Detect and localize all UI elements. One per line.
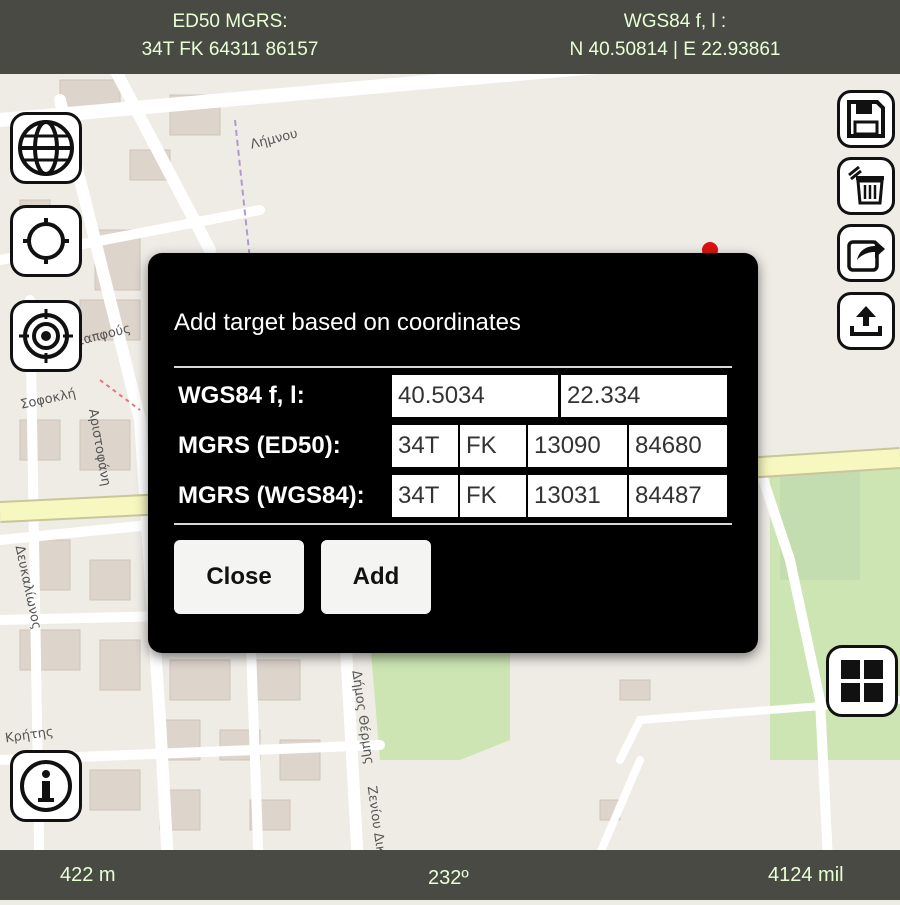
mgrs-ed50-square-field[interactable]: FK [459, 424, 527, 468]
save-icon [847, 100, 885, 138]
dialog-title: Add target based on coordinates [174, 309, 521, 336]
delete-button[interactable] [837, 157, 895, 215]
bottom-measure-bar: 422 m 232º 4124 mil [0, 850, 900, 900]
bearing-mil-readout: 4124 mil [768, 864, 844, 886]
mgrs-wgs84-zone-field[interactable]: 34T [391, 474, 459, 518]
mgrs-ed50-northing-field[interactable]: 84680 [628, 424, 728, 468]
wgs84-lat-field[interactable]: 40.5034 [391, 374, 559, 418]
divider-bottom [174, 523, 732, 525]
mgrs-wgs84-easting-field[interactable]: 13031 [527, 474, 628, 518]
close-button[interactable]: Close [174, 540, 304, 614]
info-icon [20, 760, 72, 812]
globe-button[interactable] [10, 112, 82, 184]
crosshair-icon [23, 218, 69, 264]
mgrs-ed50-easting-field[interactable]: 13090 [527, 424, 628, 468]
mgrs-wgs84-row-label: MGRS (WGS84): [178, 482, 365, 509]
upload-button[interactable] [837, 292, 895, 350]
ed50-mgrs-value: 34T FK 64311 86157 [141, 39, 319, 60]
locate-button[interactable] [10, 205, 82, 277]
info-button[interactable] [10, 750, 82, 822]
grid-icon [841, 660, 883, 702]
target-icon [19, 309, 73, 363]
target-button[interactable] [10, 300, 82, 372]
mgrs-ed50-zone-field[interactable]: 34T [391, 424, 459, 468]
ed50-mgrs-title: ED50 MGRS: [172, 11, 288, 32]
wgs84-readout: WGS84 f, l : N 40.50814 | E 22.93861 [465, 8, 885, 64]
wgs84-row-label: WGS84 f, l: [178, 382, 305, 409]
share-button[interactable] [837, 224, 895, 282]
wgs84-value: N 40.50814 | E 22.93861 [569, 39, 781, 60]
ed50-mgrs-readout: ED50 MGRS: 34T FK 64311 86157 [20, 8, 440, 64]
layers-grid-button[interactable] [826, 645, 898, 717]
divider-top [174, 366, 732, 368]
share-icon [847, 240, 885, 272]
wgs84-title: WGS84 f, l : [623, 11, 727, 32]
distance-readout: 422 m [60, 864, 116, 886]
wgs84-lon-field[interactable]: 22.334 [560, 374, 728, 418]
bearing-degrees-readout: 232º [428, 867, 469, 889]
save-button[interactable] [837, 90, 895, 148]
globe-icon [18, 120, 74, 176]
mgrs-wgs84-square-field[interactable]: FK [459, 474, 527, 518]
add-target-dialog: Add target based on coordinates WGS84 f,… [148, 253, 758, 653]
add-button[interactable]: Add [321, 540, 431, 614]
mgrs-wgs84-northing-field[interactable]: 84487 [628, 474, 728, 518]
upload-icon [850, 306, 882, 336]
top-coordinate-bar: ED50 MGRS: 34T FK 64311 86157 WGS84 f, l… [0, 0, 900, 74]
delete-icon [848, 165, 884, 205]
mgrs-ed50-row-label: MGRS (ED50): [178, 432, 341, 459]
